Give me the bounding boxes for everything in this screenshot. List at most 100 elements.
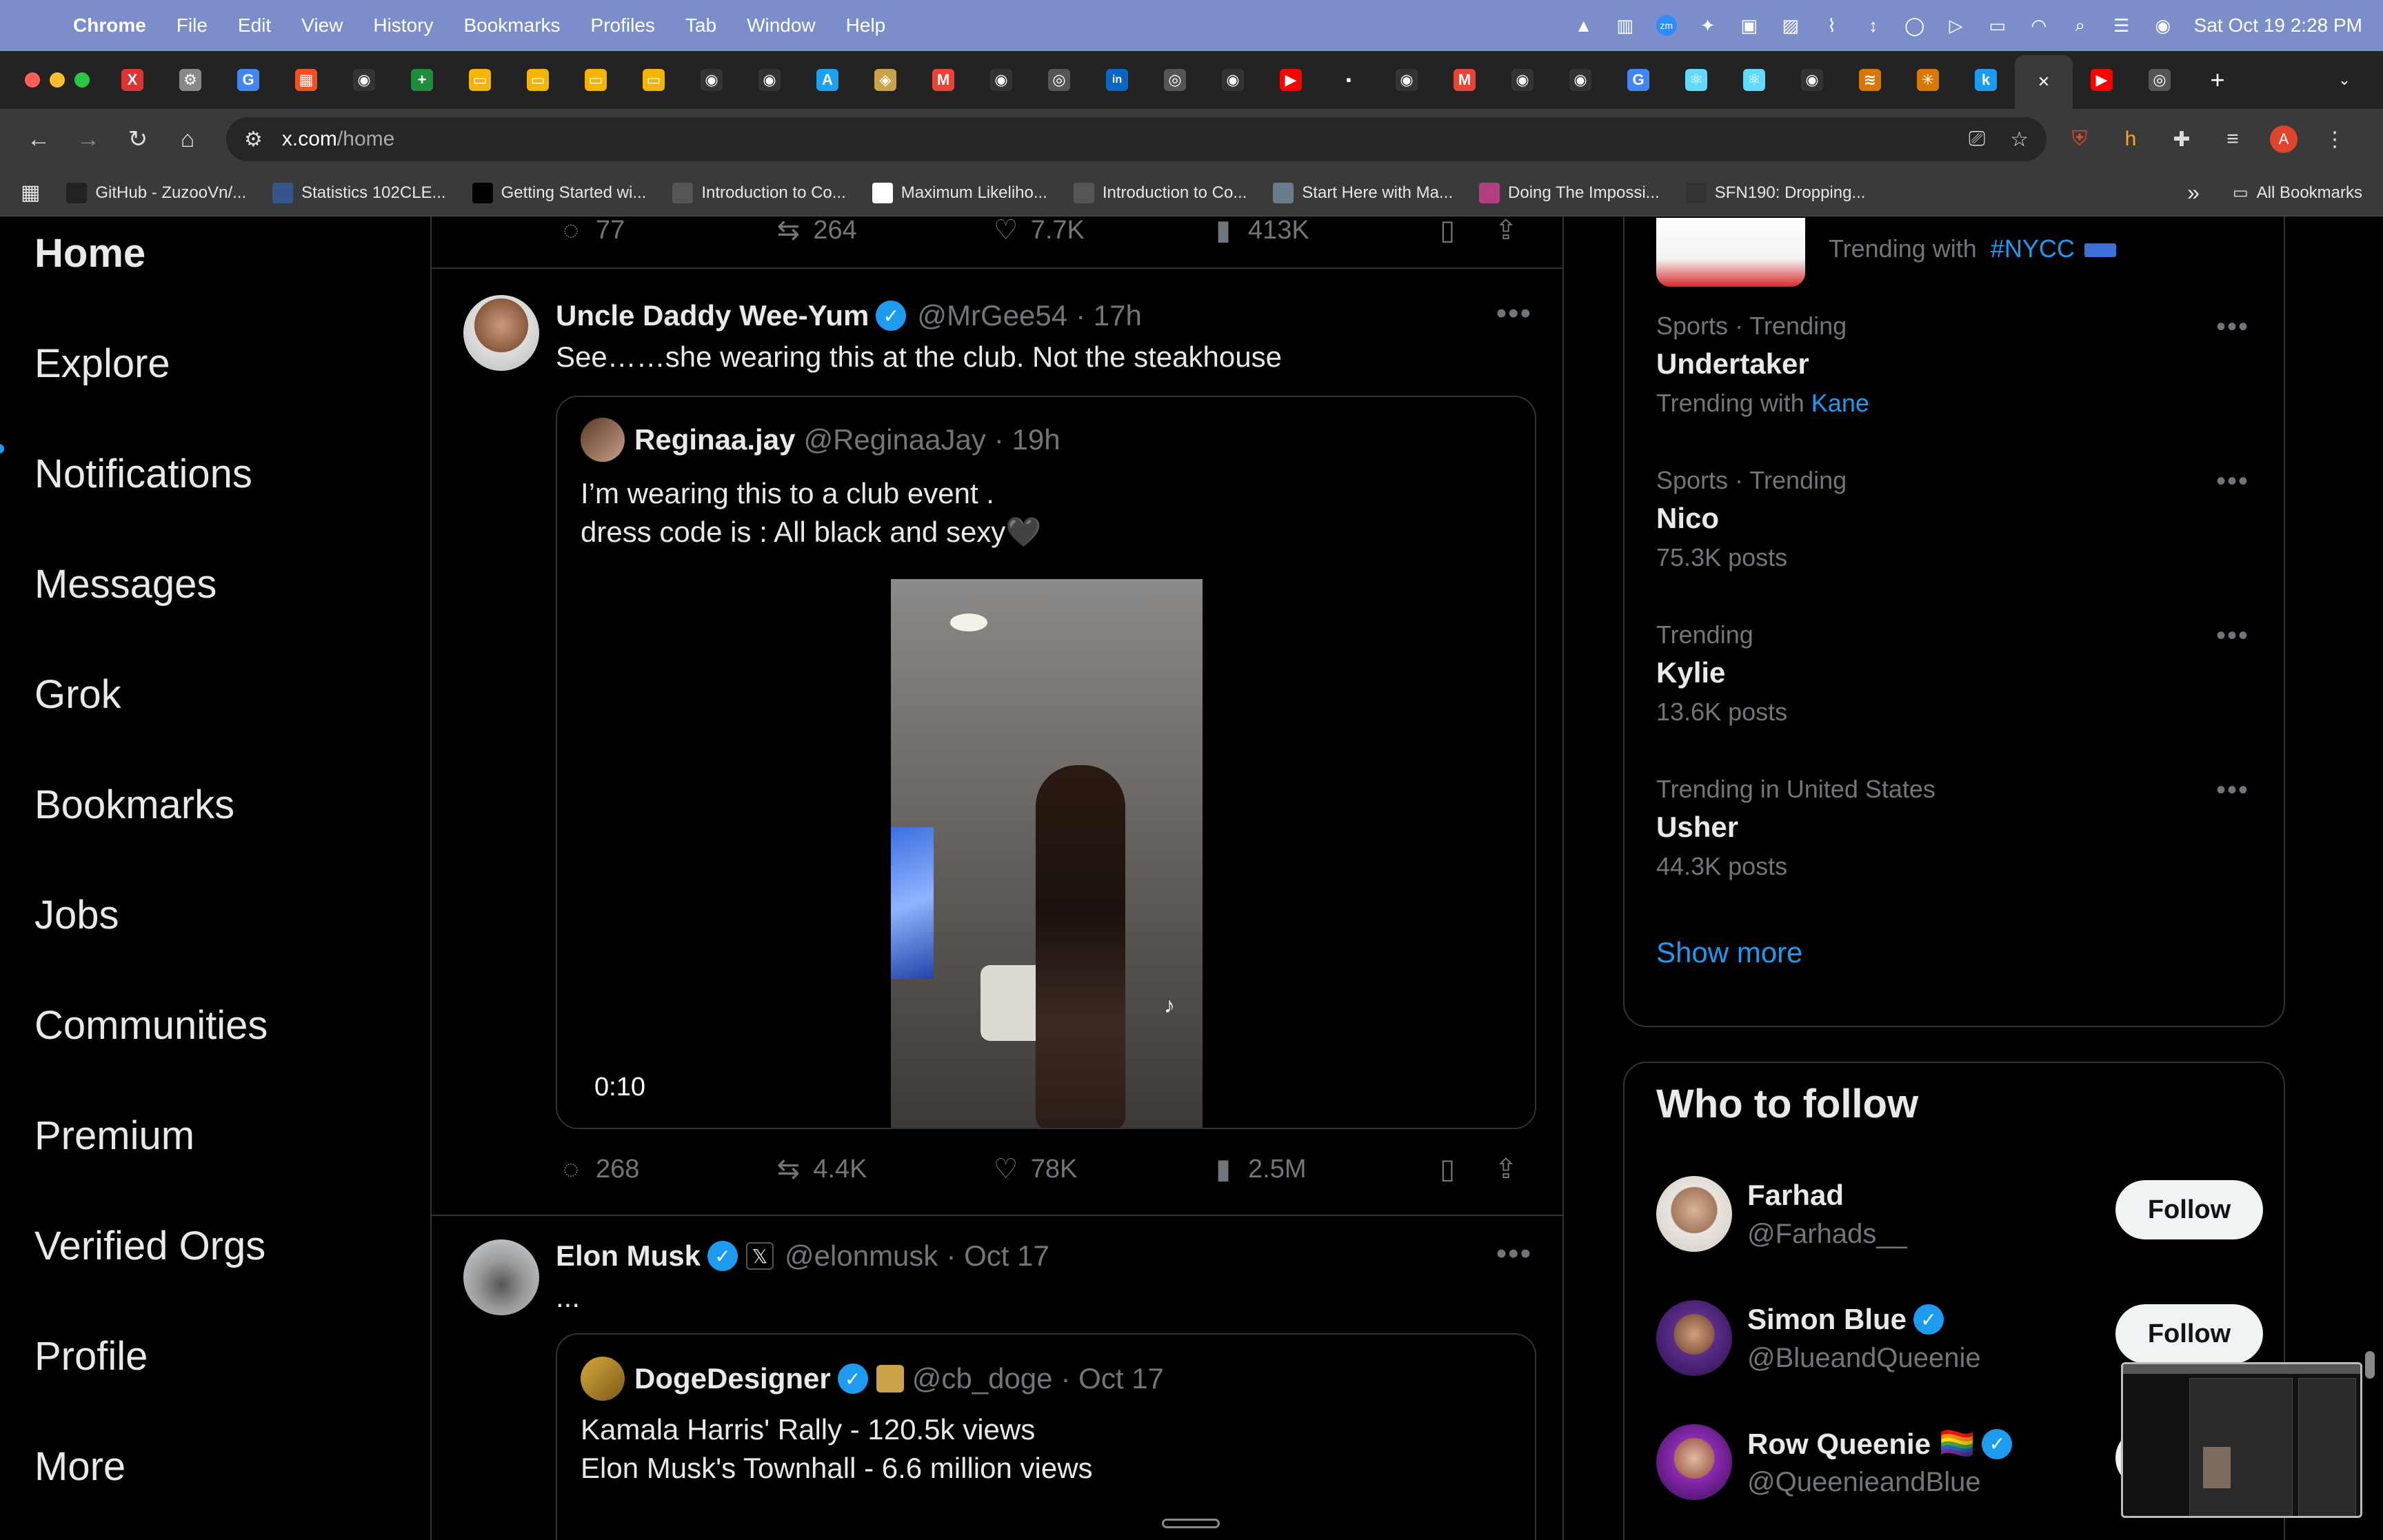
browser-tab[interactable]: ◎: [1146, 56, 1204, 104]
trend-more-icon[interactable]: •••: [2216, 466, 2249, 497]
trend-item[interactable]: Sports · Trending Nico 75.3K posts •••: [1656, 466, 2249, 572]
siri-icon[interactable]: ◉: [2153, 15, 2173, 36]
bookmarks-overflow-icon[interactable]: »: [2187, 180, 2200, 205]
browser-tab[interactable]: ◉: [1494, 56, 1551, 104]
browser-tab[interactable]: ▭: [567, 56, 625, 104]
browser-tab[interactable]: ◎: [1030, 56, 1088, 104]
browser-tab[interactable]: ⚛: [1667, 56, 1725, 104]
bookmark-star-icon[interactable]: ☆: [2010, 128, 2029, 152]
share-button[interactable]: ⇪: [1491, 216, 1521, 245]
trend-hashtag-link[interactable]: #NYCC: [1991, 234, 2075, 263]
browser-tab[interactable]: ◉: [1204, 56, 1262, 104]
nav-grok[interactable]: Grok: [34, 671, 121, 718]
nav-verified-orgs[interactable]: Verified Orgs: [34, 1223, 265, 1269]
video-thumbnail[interactable]: ♪: [891, 579, 1203, 1128]
screenshot-preview-thumbnail[interactable]: [2121, 1362, 2362, 1518]
bookmark-item[interactable]: Introduction to Co...: [672, 182, 846, 203]
bookmark-item[interactable]: Start Here with Ma...: [1273, 182, 1453, 203]
bookmark-item[interactable]: Doing The Impossi...: [1479, 182, 1660, 203]
browser-tab[interactable]: ◉: [741, 56, 798, 104]
tab-active-close[interactable]: ✕: [2015, 55, 2073, 109]
browser-tab[interactable]: A: [798, 56, 856, 104]
nav-premium[interactable]: Premium: [34, 1113, 194, 1159]
bookmark-item[interactable]: SFN190: Dropping...: [1685, 182, 1865, 203]
browser-tab[interactable]: k: [1957, 56, 2015, 104]
address-bar[interactable]: ⚙ x.com/home ⎚ ☆: [226, 117, 2047, 161]
trend-more-icon[interactable]: •••: [2216, 775, 2249, 806]
page-scrollbar[interactable]: [2365, 1351, 2375, 1379]
suggestion-name[interactable]: Farhad: [1747, 1179, 1844, 1212]
quoted-tweet[interactable]: Reginaa.jay @ReginaaJay · 19h I’m wearin…: [556, 396, 1536, 1129]
menu-bookmarks[interactable]: Bookmarks: [463, 14, 560, 37]
battery-icon[interactable]: ▭: [1987, 15, 2008, 36]
extensions-puzzle-icon[interactable]: ✚: [2164, 121, 2200, 157]
suggestion-name[interactable]: Simon Blue: [1747, 1303, 1907, 1336]
follow-button[interactable]: Follow: [2115, 1180, 2263, 1239]
bookmark-button[interactable]: ▯: [1432, 216, 1491, 245]
quoted-tweet[interactable]: DogeDesigner ✓ @cb_doge · Oct 17 Kamala …: [556, 1333, 1536, 1540]
status-arrows-icon[interactable]: ↕: [1863, 15, 1884, 36]
browser-tab[interactable]: M: [914, 56, 972, 104]
browser-tab[interactable]: ✳: [1899, 56, 1957, 104]
tweet-time[interactable]: · 17h: [1076, 299, 1142, 332]
bookmark-item[interactable]: Introduction to Co...: [1073, 182, 1247, 203]
browser-tab[interactable]: ▶: [1262, 56, 1320, 104]
browser-tab[interactable]: G: [219, 56, 277, 104]
nav-jobs[interactable]: Jobs: [34, 892, 119, 938]
bookmark-item[interactable]: Maximum Likeliho...: [872, 182, 1047, 203]
follow-suggestion[interactable]: Farhad @Farhads__ Follow: [1656, 1176, 2263, 1259]
browser-tab[interactable]: ▭: [509, 56, 567, 104]
media-controls-icon[interactable]: ≡: [2215, 121, 2251, 157]
like-button[interactable]: ♡ 78K: [991, 1154, 1208, 1184]
menu-history[interactable]: History: [373, 14, 433, 37]
reload-icon[interactable]: ↻: [117, 119, 159, 160]
forward-arrow-icon[interactable]: →: [68, 119, 109, 160]
browser-tab[interactable]: in: [1088, 56, 1146, 104]
honey-extension-icon[interactable]: h: [2113, 121, 2149, 157]
like-button[interactable]: ♡ 7.7K: [991, 216, 1208, 245]
bookmark-item[interactable]: GitHub - ZuzooVn/...: [66, 182, 246, 203]
browser-tab[interactable]: ◉: [335, 56, 393, 104]
bookmark-item[interactable]: Getting Started wi...: [472, 182, 646, 203]
bookmark-button[interactable]: ▯: [1432, 1154, 1491, 1184]
reply-button[interactable]: ◌ 77: [556, 216, 773, 245]
all-bookmarks-folder[interactable]: ▭ All Bookmarks: [2233, 183, 2362, 203]
tweet-time[interactable]: · Oct 17: [946, 1239, 1049, 1273]
nav-communities[interactable]: Communities: [34, 1002, 268, 1048]
status-attach-icon[interactable]: ⌇: [1822, 15, 1842, 36]
repost-button[interactable]: ⇆ 4.4K: [773, 1154, 990, 1184]
browser-tab[interactable]: ◈: [856, 56, 914, 104]
trend-item[interactable]: Sports · Trending Undertaker Trending wi…: [1656, 312, 2249, 418]
trend-item[interactable]: Trending in United States Usher 44.3K po…: [1656, 775, 2249, 881]
zoom-window-button[interactable]: [74, 72, 90, 88]
control-center-icon[interactable]: ☰: [2111, 15, 2132, 36]
back-arrow-icon[interactable]: ←: [18, 119, 59, 160]
new-tab-button[interactable]: +: [2189, 56, 2246, 104]
menu-window[interactable]: Window: [747, 14, 816, 37]
trend-related-link[interactable]: Kane: [1811, 389, 1869, 417]
wifi-icon[interactable]: ◠: [2029, 15, 2049, 36]
nav-bookmarks[interactable]: Bookmarks: [34, 782, 234, 828]
share-button[interactable]: ⇪: [1491, 1154, 1521, 1184]
status-image-icon[interactable]: ▨: [1780, 15, 1801, 36]
show-more-link[interactable]: Show more: [1656, 936, 1802, 969]
suggestion-avatar[interactable]: [1656, 1176, 1732, 1252]
menu-edit[interactable]: Edit: [238, 14, 271, 37]
more-options-icon[interactable]: •••: [1496, 1237, 1532, 1271]
browser-tab[interactable]: ▪: [1320, 56, 1378, 104]
author-handle[interactable]: @MrGee54: [917, 299, 1067, 332]
menu-app-name[interactable]: Chrome: [73, 14, 146, 37]
browser-tab[interactable]: ◉: [683, 56, 741, 104]
status-audio-icon[interactable]: ▥: [1615, 15, 1636, 36]
status-gear-icon[interactable]: ✦: [1698, 15, 1718, 36]
browser-tab[interactable]: ◉: [1378, 56, 1436, 104]
minimize-window-button[interactable]: [50, 72, 65, 88]
suggestion-avatar[interactable]: [1656, 1300, 1732, 1376]
status-clipboard-icon[interactable]: ▣: [1739, 15, 1760, 36]
suggestion-avatar[interactable]: [1656, 1424, 1732, 1500]
browser-tab[interactable]: X: [103, 56, 161, 104]
nav-messages[interactable]: Messages: [34, 561, 217, 607]
menu-help[interactable]: Help: [846, 14, 886, 37]
nav-notifications[interactable]: Notifications: [34, 451, 252, 497]
follow-button[interactable]: Follow: [2115, 1304, 2263, 1364]
